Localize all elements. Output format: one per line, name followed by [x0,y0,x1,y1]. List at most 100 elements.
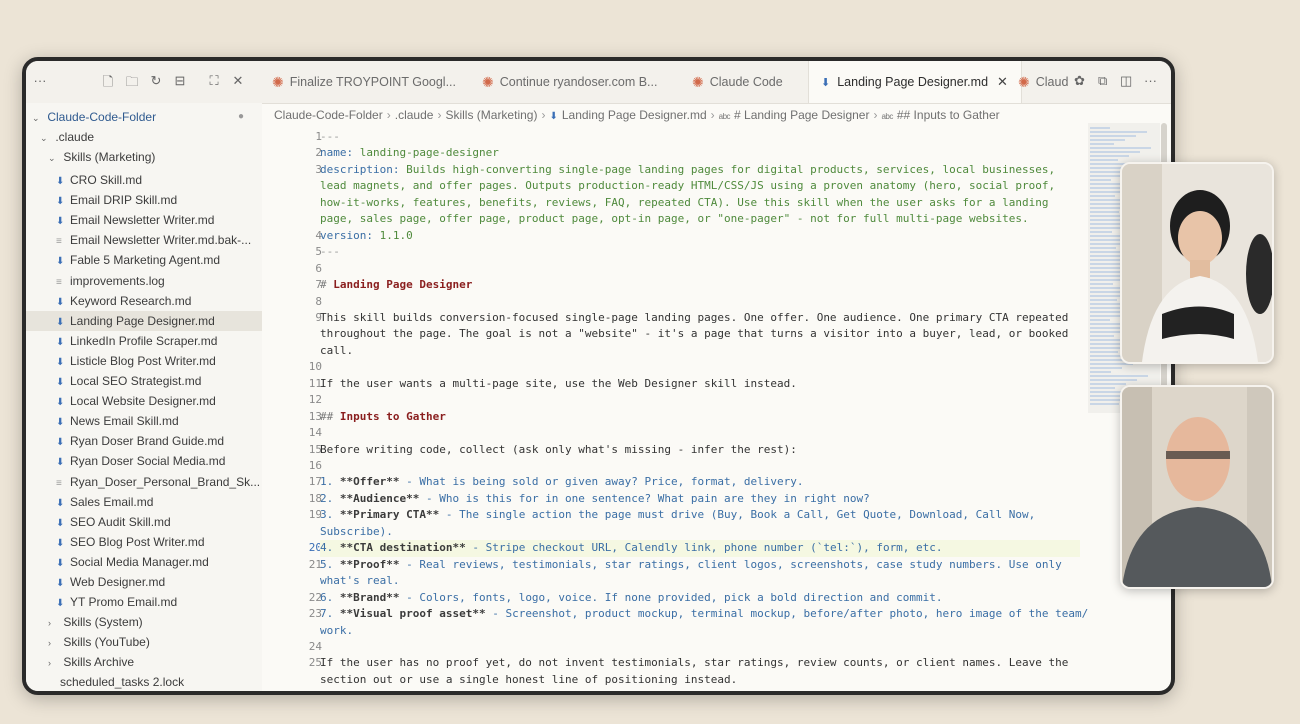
line-number [262,326,322,343]
tab-finalize[interactable]: ✺ Finalize TROYPOINT Googl... [262,61,472,103]
code-line[interactable]: description: Builds high-converting sing… [320,162,1080,179]
markdown-icon: ⬇ [56,578,65,589]
folder-skills-youtube[interactable]: › Skills (YouTube) [26,632,262,652]
file-item[interactable]: ⬇ Email DRIP Skill.md [26,190,262,210]
breadcrumb-claude[interactable]: .claude [395,108,434,122]
code-editor[interactable]: 1 --- 2 name: landing-page-designer 3 descrip… [262,127,1088,691]
code-line[interactable]: 5. **Proof** - Real reviews, testimonial… [320,557,1080,574]
code-line[interactable]: --- [320,129,1080,146]
code-line[interactable]: 6. **Brand** - Colors, fonts, logo, voic… [320,590,1080,607]
code-line[interactable]: --- [320,244,1080,261]
breadcrumb-heading1[interactable]: # Landing Page Designer [734,108,869,122]
file-item[interactable]: ≡ improvements.log [26,271,262,291]
tab-landing-page-designer[interactable]: ⬇ Landing Page Designer.md ✕ [808,61,1022,103]
folder-skills-marketing[interactable]: ⌄ Skills (Marketing) [26,147,262,167]
code-line[interactable]: 1. **Offer** - What is being sold or giv… [320,474,1080,491]
file-item[interactable]: ⬇ CRO Skill.md [26,170,262,190]
code-line[interactable]: ## Inputs to Gather [320,409,1080,426]
file-item[interactable]: ⬇ Listicle Blog Post Writer.md [26,351,262,371]
close-tab-icon[interactable]: ✕ [997,74,1008,90]
code-line[interactable]: # Landing Page Designer [320,277,1080,294]
code-line[interactable] [320,261,1080,278]
code-token: 3. [320,508,340,522]
code-line[interactable]: If the user wants a multi-page site, use… [320,376,1080,393]
file-item[interactable]: ⬇ SEO Audit Skill.md [26,512,262,532]
refresh-icon[interactable]: ↻ [148,73,164,89]
close-sidebar-icon[interactable]: ✕ [230,73,246,89]
code-line[interactable]: This skill builds conversion-focused sin… [320,310,1080,327]
breadcrumb-skills[interactable]: Skills (Marketing) [445,108,537,122]
code-line[interactable]: page, sales page, offer page, product pa… [320,211,1080,228]
file-item[interactable]: ⬇ Ryan Doser Brand Guide.md [26,431,262,451]
code-line[interactable]: version: 1.1.0 [320,228,1080,245]
tab-continue[interactable]: ✺ Continue ryandoser.com B... [472,61,682,103]
file-item[interactable]: ⬇ Social Media Manager.md [26,552,262,572]
code-line[interactable]: name: landing-page-designer [320,145,1080,162]
new-folder-icon[interactable]: 🗀 [124,73,140,95]
tab-claude-code[interactable]: ✺ Claude Code [682,61,812,103]
breadcrumb-root[interactable]: Claude-Code-Folder [274,108,383,122]
code-token: description: [320,162,407,176]
code-line[interactable]: section out or use a single honest line … [320,672,1080,689]
markdown-icon: ⬇ [56,557,65,569]
code-line[interactable]: 2. **Audience** - Who is this for in one… [320,491,1080,508]
file-label: CRO Skill.md [70,173,143,187]
more-actions-icon[interactable]: ··· [1144,73,1157,88]
new-file-icon[interactable]: 🗋 [100,73,116,95]
file-item[interactable]: ⬇ Local Website Designer.md [26,391,262,411]
code-line[interactable]: throughout the page. The goal is not a "… [320,326,1080,343]
code-line[interactable]: what's real. [320,573,1080,590]
breadcrumb-heading2[interactable]: ## Inputs to Gather [897,108,1000,122]
split-editor-icon[interactable]: ⧉ [1098,73,1107,89]
code-line[interactable] [320,359,1080,376]
code-line[interactable]: how-it-works, features, benefits, review… [320,195,1080,212]
code-token: name: [320,146,360,160]
openai-icon[interactable]: ✿ [1074,73,1085,89]
tab-claud[interactable]: ✺ Claud [1010,61,1078,103]
expand-icon[interactable]: ⛶ [206,73,222,89]
file-item[interactable]: ⬇ Landing Page Designer.md [26,310,262,331]
code-line[interactable]: call. [320,343,1080,360]
file-item[interactable]: ≡ Email Newsletter Writer.md.bak-... [26,230,262,250]
file-item[interactable]: ⬇ Web Designer.md [26,572,262,592]
file-item[interactable]: ⬇ News Email Skill.md [26,411,262,431]
code-line[interactable] [320,458,1080,475]
code-line[interactable]: work. [320,623,1080,640]
code-line[interactable] [320,294,1080,311]
code-line[interactable]: Subscribe). [320,524,1080,541]
code-line[interactable]: 3. **Primary CTA** - The single action t… [320,507,1080,524]
code-line[interactable]: If the user has no proof yet, do not inv… [320,655,1080,672]
file-item[interactable]: ⬇ Sales Email.md [26,492,262,512]
file-item[interactable]: ⬇ SEO Blog Post Writer.md [26,532,262,552]
code-line[interactable] [320,392,1080,409]
file-item[interactable]: ⬇ Ryan Doser Social Media.md [26,451,262,471]
code-line[interactable]: 4. **CTA destination** - Stripe checkout… [320,540,1080,557]
breadcrumb-file[interactable]: Landing Page Designer.md [562,108,707,122]
more-icon[interactable]: ··· [32,73,48,88]
line-number [262,524,322,541]
minimap-line [1090,151,1140,153]
folder-skills-archive[interactable]: › Skills Archive [26,652,262,672]
folder-claude[interactable]: ⌄ .claude [26,127,262,147]
code-line[interactable]: lead magnets, and offer pages. Outputs p… [320,178,1080,195]
file-item[interactable]: ≡ Ryan_Doser_Personal_Brand_Sk... [26,472,262,492]
minimap-line [1090,375,1148,377]
code-line[interactable] [320,639,1080,656]
file-item[interactable]: ⬇ YT Promo Email.md [26,592,262,612]
file-item[interactable]: ⬇ LinkedIn Profile Scraper.md [26,331,262,351]
code-line[interactable]: 7. **Visual proof asset** - Screenshot, … [320,606,1088,623]
file-label: SEO Blog Post Writer.md [70,534,205,549]
layout-icon[interactable]: ◫ [1120,73,1132,89]
folder-skills-system[interactable]: › Skills (System) [26,612,262,632]
file-scheduled-tasks-lock[interactable]: scheduled_tasks 2.lock [26,672,262,691]
tab-bar: ··· 🗋 🗀 ↻ ⊟ ⛶ ✕ ✺ Finalize TROYPOINT Goo… [26,61,1171,104]
code-line[interactable]: Before writing code, collect (ask only w… [320,442,1080,459]
file-item[interactable]: ⬇ Keyword Research.md [26,291,262,311]
file-item[interactable]: ⬇ Fable 5 Marketing Agent.md [26,250,262,270]
file-item[interactable]: ⬇ Local SEO Strategist.md [26,371,262,391]
code-line[interactable] [320,425,1080,442]
root-folder[interactable]: ⌄ Claude-Code-Folder ● [26,107,262,127]
code-line[interactable] [320,688,1080,691]
file-item[interactable]: ⬇ Email Newsletter Writer.md [26,210,262,230]
collapse-all-icon[interactable]: ⊟ [172,73,188,89]
